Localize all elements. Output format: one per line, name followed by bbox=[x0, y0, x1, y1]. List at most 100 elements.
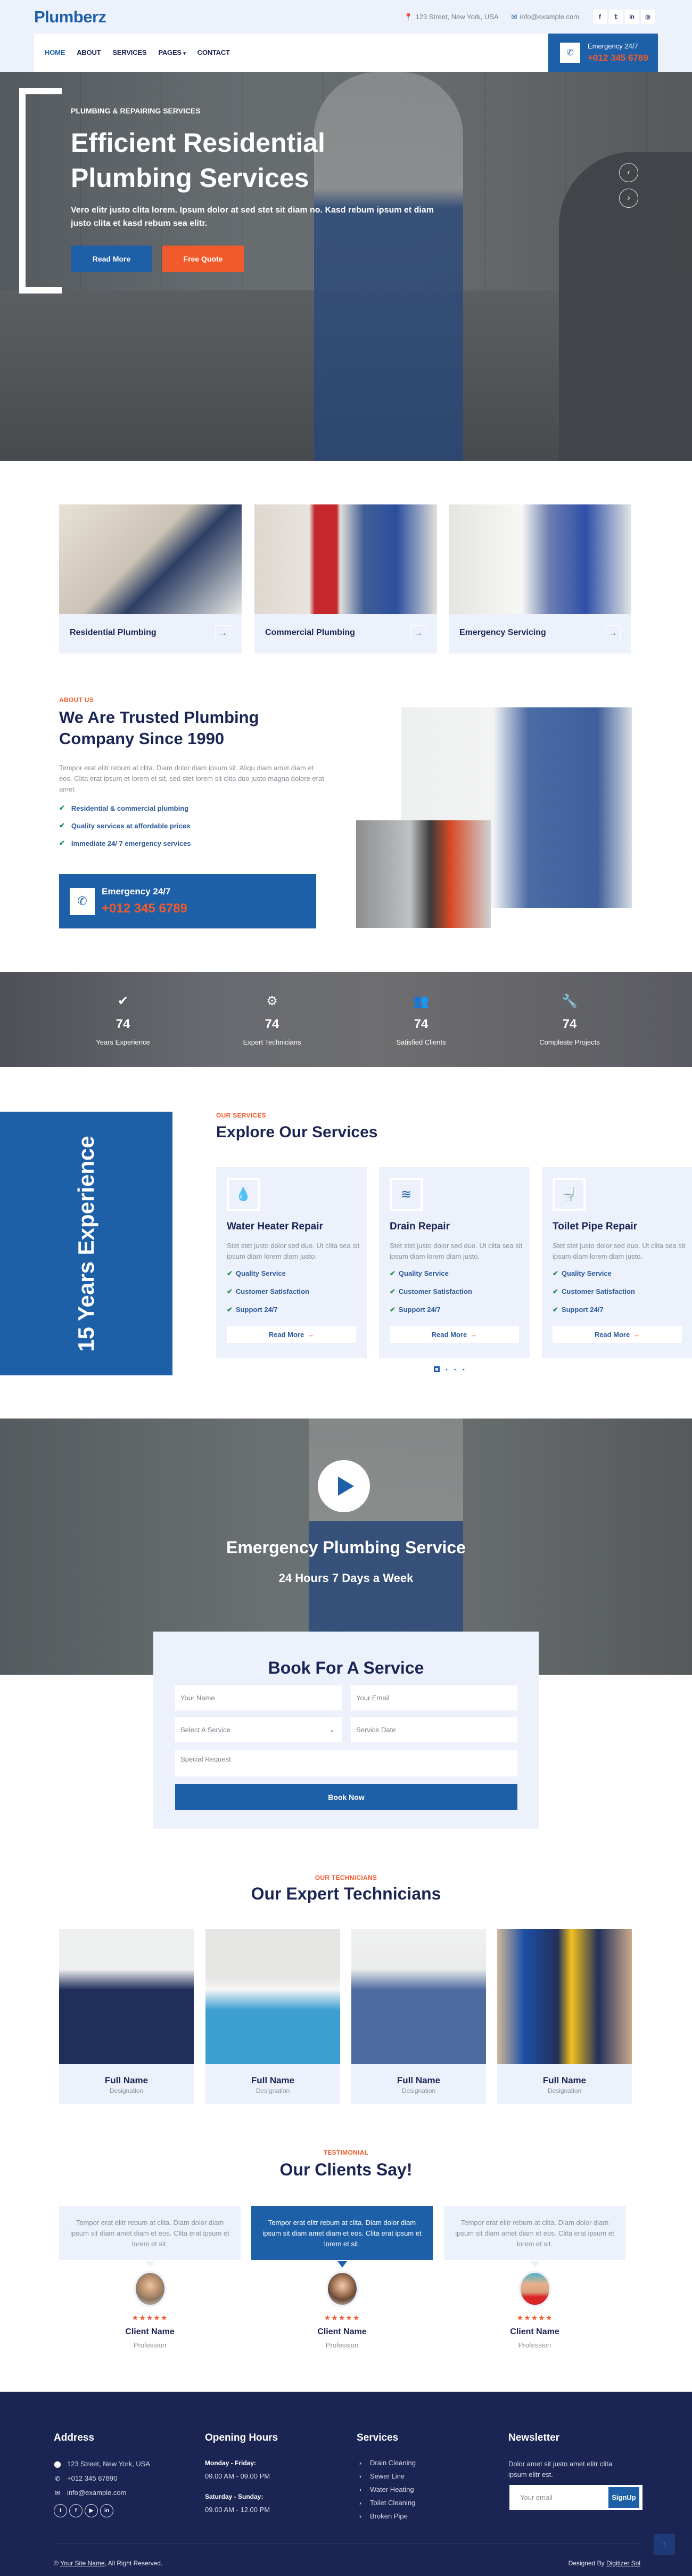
testimonial-title: Our Clients Say! bbox=[279, 2160, 413, 2179]
client-card[interactable]: ★★★★★ Client Name Profession bbox=[444, 2271, 625, 2349]
feature-label: Commercial Plumbing bbox=[265, 628, 355, 637]
client-profession: Profession bbox=[325, 2341, 359, 2349]
arrow-right-icon[interactable]: → bbox=[605, 625, 621, 641]
youtube-icon[interactable]: ▶ bbox=[85, 2504, 98, 2517]
twitter-icon[interactable]: t bbox=[54, 2504, 67, 2517]
nav-contact[interactable]: CONTACT bbox=[197, 48, 230, 56]
testimonial-eyebrow: TESTIMONIAL bbox=[323, 2149, 369, 2156]
stats-band: ✔ 74 Years Experience ⚙ 74 Expert Techni… bbox=[0, 972, 692, 1067]
special-request-textarea[interactable]: Special Request bbox=[175, 1750, 517, 1776]
weekend-hours: 09.00 AM - 12.00 PM bbox=[205, 2506, 270, 2514]
check-icon: ✔ bbox=[117, 994, 129, 1008]
hero-text: Vero elitr justo clita lorem. Ipsum dolo… bbox=[71, 206, 434, 228]
stat-label: Expert Technicians bbox=[243, 1038, 301, 1046]
nav-pages[interactable]: PAGES ▾ bbox=[158, 48, 186, 56]
linkedin-icon[interactable]: in bbox=[100, 2504, 113, 2517]
top-email: ✉ info@example.com bbox=[511, 12, 579, 21]
location-pin-icon: 📍 bbox=[404, 12, 413, 21]
chevron-right-icon: › bbox=[359, 2485, 361, 2493]
client-avatar bbox=[325, 2271, 359, 2307]
facebook-icon[interactable]: f bbox=[593, 10, 607, 24]
newsletter-text: Dolor amet sit justo amet elitr clita ip… bbox=[508, 2460, 613, 2479]
footer-service-link[interactable]: › Water Heating bbox=[357, 2485, 414, 2493]
service-date-input[interactable]: Service Date bbox=[351, 1717, 517, 1742]
about-image-small bbox=[356, 820, 491, 928]
member-designation: Designation bbox=[256, 2087, 290, 2094]
footer-service-link[interactable]: › Drain Cleaning bbox=[357, 2459, 416, 2467]
service-select[interactable]: Select A Service ⌄ bbox=[175, 1717, 342, 1742]
stat-label: Satisfied Clients bbox=[396, 1038, 446, 1046]
services-title: Explore Our Services bbox=[216, 1123, 378, 1141]
phone-icon: ✆ bbox=[70, 887, 95, 915]
carousel-dot[interactable] bbox=[454, 1367, 457, 1371]
service-features: ✔ Quality Service ✔ Customer Satisfaction … bbox=[553, 1269, 635, 1314]
signup-button[interactable]: SignUp bbox=[608, 2487, 639, 2508]
feature-card[interactable]: Emergency Servicing → bbox=[449, 504, 631, 654]
chevron-down-icon: ▾ bbox=[183, 51, 186, 56]
feature-card[interactable]: Residential Plumbing → bbox=[59, 504, 242, 654]
site-name-link[interactable]: Your Site Name bbox=[60, 2559, 105, 2567]
brand-logo[interactable]: Plumberz bbox=[34, 7, 106, 27]
copyright: © Your Site Name, All Right Reserved. bbox=[54, 2559, 163, 2567]
team-card[interactable]: Full Name Designation bbox=[351, 1929, 486, 2104]
service-read-more-button[interactable]: Read More → bbox=[227, 1326, 356, 1343]
back-to-top-button[interactable]: ↑ bbox=[654, 2534, 675, 2555]
hero-carousel: PLUMBING & REPAIRING SERVICES Efficient … bbox=[0, 72, 692, 461]
emergency-phone[interactable]: +012 345 6789 bbox=[588, 53, 648, 63]
twitter-icon[interactable]: 𝕥 bbox=[609, 10, 623, 24]
client-avatar bbox=[518, 2271, 551, 2307]
footer-service-link[interactable]: › Toilet Cleaning bbox=[357, 2499, 415, 2507]
footer-service-link[interactable]: › Sewer Line bbox=[357, 2472, 405, 2480]
team-card[interactable]: Full Name Designation bbox=[497, 1929, 632, 2104]
nav-emergency-box[interactable]: ✆ Emergency 24/7 +012 345 6789 bbox=[548, 34, 658, 72]
instagram-icon[interactable]: ◎ bbox=[641, 10, 655, 24]
read-more-button[interactable]: Read More bbox=[71, 246, 152, 272]
service-title: Toilet Pipe Repair bbox=[553, 1221, 638, 1232]
footer-phone: ✆ +012 345 67890 bbox=[54, 2474, 118, 2482]
arrow-right-icon[interactable]: → bbox=[410, 625, 426, 641]
free-quote-button[interactable]: Free Quote bbox=[162, 246, 244, 272]
carousel-dot[interactable] bbox=[434, 1366, 440, 1372]
arrow-right-icon[interactable]: → bbox=[215, 625, 231, 641]
check-icon: ✔ bbox=[390, 1269, 396, 1277]
check-item: ✔ Immediate 24/ 7 emergency services bbox=[59, 839, 191, 847]
team-card[interactable]: Full Name Designation bbox=[205, 1929, 340, 2104]
carousel-dot[interactable] bbox=[445, 1367, 448, 1371]
water-drop-icon: 💧 bbox=[227, 1178, 260, 1211]
feature-card[interactable]: Commercial Plumbing → bbox=[254, 504, 437, 654]
facebook-icon[interactable]: f bbox=[69, 2504, 83, 2517]
book-now-button[interactable]: Book Now bbox=[175, 1784, 517, 1810]
team-card[interactable]: Full Name Designation bbox=[59, 1929, 194, 2104]
service-features: ✔ Quality Service ✔ Customer Satisfaction … bbox=[227, 1269, 309, 1314]
nav-home[interactable]: HOME bbox=[45, 48, 65, 56]
nav-about[interactable]: ABOUT bbox=[77, 48, 101, 56]
client-name: Client Name bbox=[317, 2327, 367, 2336]
service-read-more-button[interactable]: Read More → bbox=[390, 1326, 519, 1343]
team-photo bbox=[351, 1929, 486, 2064]
carousel-next-button[interactable]: › bbox=[619, 189, 638, 208]
stat-item: 👥 74 Satisfied Clients bbox=[378, 993, 464, 1046]
client-profession: Profession bbox=[133, 2341, 167, 2349]
carousel-prev-button[interactable]: ‹ bbox=[619, 163, 638, 182]
top-contact-bar: 📍 123 Street, New York, USA ✉ info@examp… bbox=[404, 10, 655, 24]
client-card[interactable]: ★★★★★ Client Name Profession bbox=[251, 2271, 433, 2349]
about-emergency-box[interactable]: ✆ Emergency 24/7 +012 345 6789 bbox=[59, 874, 316, 928]
emergency-phone[interactable]: +012 345 6789 bbox=[102, 901, 187, 916]
name-input[interactable]: Your Name bbox=[175, 1685, 342, 1710]
nav-services[interactable]: SERVICES bbox=[112, 48, 146, 56]
envelope-icon: ✉ bbox=[511, 12, 517, 21]
designer-link[interactable]: Digitizer Sol bbox=[606, 2559, 640, 2567]
client-card[interactable]: ★★★★★ Client Name Profession bbox=[59, 2271, 241, 2349]
newsletter-email-input[interactable]: Your email bbox=[509, 2493, 608, 2501]
chevron-right-icon: › bbox=[359, 2499, 361, 2507]
footer-address: ⬤ 123 Street, New York, USA bbox=[54, 2460, 151, 2468]
booking-title: Book For A Service bbox=[268, 1658, 424, 1677]
footer-service-link[interactable]: › Broken Pipe bbox=[357, 2512, 408, 2520]
linkedin-icon[interactable]: in bbox=[625, 10, 639, 24]
service-read-more-button[interactable]: Read More → bbox=[553, 1326, 682, 1343]
play-video-button[interactable] bbox=[318, 1460, 370, 1512]
email-input[interactable]: Your Email bbox=[351, 1685, 517, 1710]
rating-stars: ★★★★★ bbox=[516, 2313, 553, 2322]
carousel-dot[interactable] bbox=[462, 1367, 465, 1371]
stat-item: 🔧 74 Compleate Projects bbox=[527, 993, 612, 1046]
